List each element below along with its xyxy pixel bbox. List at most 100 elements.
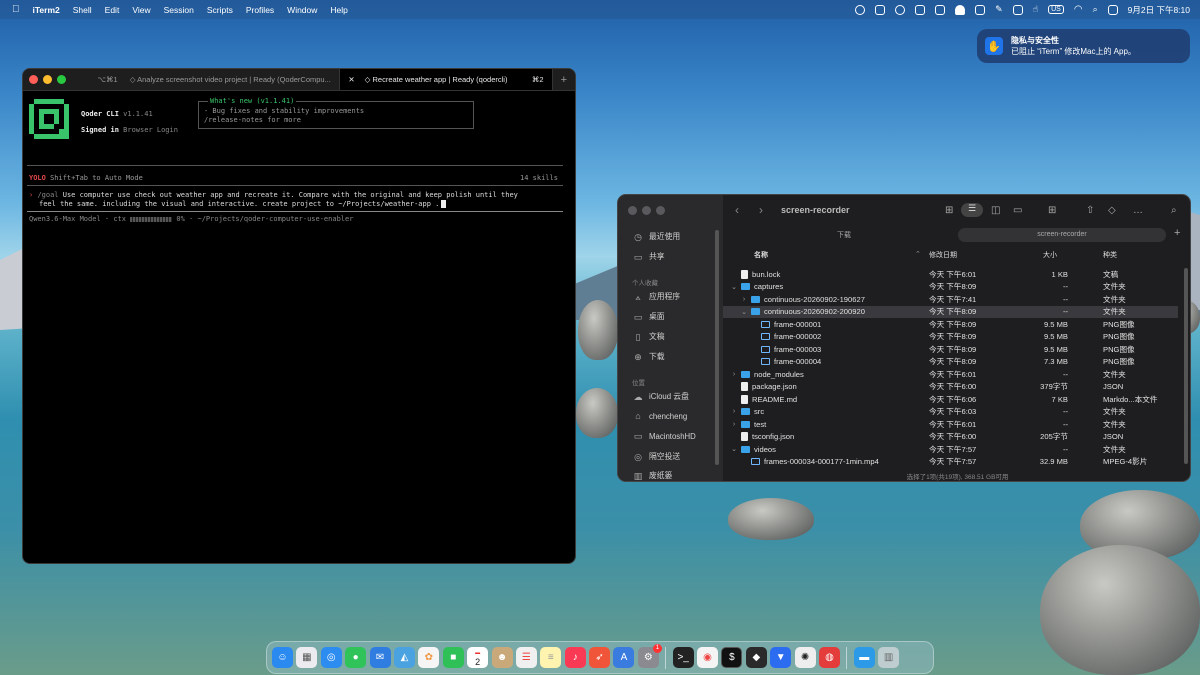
menu-shell[interactable]: Shell: [73, 5, 92, 15]
menu-window[interactable]: Window: [287, 5, 317, 15]
menu-edit[interactable]: Edit: [105, 5, 120, 15]
file-row[interactable]: frame-000002 今天 下午8:09 9.5 MB PNG图像: [723, 331, 1178, 344]
reminders-icon[interactable]: ☰: [515, 647, 537, 668]
finder-icon[interactable]: ☺: [272, 647, 293, 668]
facetime-icon[interactable]: ■: [442, 647, 464, 668]
calendar-icon[interactable]: ▬ 2: [467, 647, 489, 668]
finger-icon[interactable]: ☝: [1033, 4, 1038, 15]
list-view-button[interactable]: ☰: [961, 203, 983, 217]
file-row[interactable]: frame-000001 今天 下午8:09 9.5 MB PNG图像: [723, 318, 1178, 331]
pen-icon[interactable]: ✎: [995, 4, 1003, 15]
col-size[interactable]: 大小: [1043, 250, 1057, 260]
tab-close-icon[interactable]: ✕: [348, 75, 354, 84]
column-view-button[interactable]: ◫: [991, 205, 1000, 216]
list-scrollbar[interactable]: [1184, 268, 1188, 464]
sidebar-item-icloud[interactable]: ☁ iCloud 云盘: [633, 391, 689, 402]
col-date[interactable]: 修改日期: [929, 250, 957, 260]
zoom-button[interactable]: [656, 206, 665, 215]
file-row[interactable]: frame-000004 今天 下午8:09 7.3 MB PNG图像: [723, 356, 1178, 369]
cup-icon[interactable]: [935, 4, 946, 15]
document-icon[interactable]: [1012, 4, 1023, 15]
sidebar-item-airdrop[interactable]: ◎ 隔空投送: [633, 451, 680, 462]
status-icon[interactable]: [855, 4, 866, 15]
file-row[interactable]: ⌄ captures 今天 下午8:09 -- 文件夹: [723, 281, 1178, 294]
col-name[interactable]: 名称: [754, 250, 768, 260]
menubar-clock[interactable]: 9月2日 下午8:10: [1128, 4, 1190, 16]
sidebar-item-documents[interactable]: ▯ 文稿: [633, 331, 665, 342]
col-kind[interactable]: 种类: [1103, 250, 1117, 260]
close-button[interactable]: [628, 206, 637, 215]
disclosure-chevron-icon[interactable]: ›: [731, 371, 737, 378]
path-tab-current[interactable]: screen-recorder: [958, 228, 1166, 242]
sort-chevron-icon[interactable]: ⌃: [915, 250, 921, 258]
wifi-icon[interactable]: ◠: [1074, 4, 1083, 15]
contacts-icon[interactable]: ☻: [491, 647, 513, 668]
file-row[interactable]: › node_modules 今天 下午6:01 -- 文件夹: [723, 368, 1178, 381]
safari-icon[interactable]: ◎: [320, 647, 342, 668]
chrome-icon[interactable]: ◉: [697, 647, 719, 668]
rocket-icon[interactable]: ➶: [589, 647, 611, 668]
icon-view-button[interactable]: ⊞: [945, 205, 953, 216]
settings-icon[interactable]: ⚙ 1: [637, 644, 662, 668]
file-row[interactable]: ⌄ continuous-20260902-200920 今天 下午8:09 -- 文件…: [723, 305, 1178, 318]
file-row[interactable]: › test 今天 下午6:01 -- 文件夹: [723, 418, 1178, 431]
sidebar-item-user[interactable]: ⌂ chencheng: [633, 411, 687, 421]
tab-2[interactable]: ✕ ◇ Recreate weather app | Ready (qoderc…: [339, 69, 553, 90]
app-store-icon[interactable]: A: [613, 647, 635, 668]
search-icon[interactable]: ⌕: [1171, 205, 1177, 216]
add-tab-button[interactable]: +: [1174, 227, 1180, 239]
file-row[interactable]: frames-000034-000177-1min.mp4 今天 下午7:57 32…: [723, 456, 1178, 469]
menu-help[interactable]: Help: [330, 5, 347, 15]
music-icon[interactable]: ♪: [564, 647, 586, 668]
search-icon[interactable]: ⌕: [1093, 4, 1098, 15]
sidebar-item-trash[interactable]: ▥ 废纸篓: [633, 470, 673, 481]
photos-icon[interactable]: ✿: [418, 647, 440, 668]
maps-icon[interactable]: ◭: [393, 647, 415, 668]
messages-icon[interactable]: ●: [345, 647, 367, 668]
shield-icon[interactable]: [875, 4, 886, 15]
sidebar-scrollbar[interactable]: [715, 230, 719, 465]
file-row[interactable]: › src 今天 下午6:03 -- 文件夹: [723, 406, 1178, 419]
launchpad-icon[interactable]: ▦: [296, 647, 318, 668]
sidebar-item-desktop[interactable]: ▭ 桌面: [633, 311, 665, 322]
menu-view[interactable]: View: [132, 5, 150, 15]
trash-icon[interactable]: ▥: [878, 647, 900, 668]
cloud-icon[interactable]: [955, 4, 966, 15]
file-row[interactable]: ⌄ videos 今天 下午7:57 -- 文件夹: [723, 443, 1178, 456]
menu-app[interactable]: iTerm2: [33, 5, 60, 15]
disclosure-chevron-icon[interactable]: ⌄: [741, 308, 747, 316]
sidebar-item-shared[interactable]: ▭ 共享: [633, 251, 665, 262]
downloads-stack-icon[interactable]: ▬: [853, 647, 875, 668]
close-button[interactable]: [29, 75, 38, 84]
status-icon[interactable]: [915, 4, 926, 15]
menu-profiles[interactable]: Profiles: [246, 5, 274, 15]
status-icon[interactable]: [895, 4, 906, 15]
cursor-app-icon[interactable]: ◆: [745, 647, 767, 668]
input-source[interactable]: US: [1048, 5, 1064, 14]
notes-icon[interactable]: ≡: [540, 647, 562, 668]
notification-banner[interactable]: ✋ 隐私与安全性 已阻止 “iTerm” 修改Mac上的 App。: [977, 29, 1190, 63]
sidebar-item-disk[interactable]: ▭ MacintoshHD: [633, 431, 696, 441]
iterm-icon[interactable]: $: [721, 647, 743, 668]
sidebar-item-applications[interactable]: ⟑ 应用程序: [633, 291, 680, 302]
more-icon[interactable]: …: [1133, 205, 1143, 216]
disclosure-chevron-icon[interactable]: ›: [731, 408, 737, 415]
sidebar-item-downloads[interactable]: ⊕ 下载: [633, 351, 664, 362]
back-button[interactable]: ‹: [735, 203, 739, 217]
menu-scripts[interactable]: Scripts: [207, 5, 233, 15]
file-row[interactable]: README.md 今天 下午6:06 7 KB Markdo...本文件: [723, 393, 1178, 406]
file-row[interactable]: frame-000003 今天 下午8:09 9.5 MB PNG图像: [723, 343, 1178, 356]
file-row[interactable]: › continuous-20260902-190627 今天 下午7:41 -- 文件…: [723, 293, 1178, 306]
new-tab-button[interactable]: +: [553, 69, 575, 90]
disclosure-chevron-icon[interactable]: ›: [741, 296, 747, 303]
gallery-view-button[interactable]: ▭: [1013, 205, 1022, 216]
menu-session[interactable]: Session: [164, 5, 194, 15]
keyboard-icon[interactable]: [975, 4, 986, 15]
file-row[interactable]: bun.lock 今天 下午6:01 1 KB 文稿: [723, 268, 1178, 281]
shield-app-icon[interactable]: ▼: [770, 647, 792, 668]
music-app-icon[interactable]: ◍: [818, 647, 840, 668]
sidebar-item-recents[interactable]: ◷ 最近使用: [633, 231, 680, 242]
disclosure-chevron-icon[interactable]: ⌄: [731, 283, 737, 291]
apple-icon[interactable]: : [12, 4, 20, 15]
forward-button[interactable]: ›: [759, 203, 763, 217]
